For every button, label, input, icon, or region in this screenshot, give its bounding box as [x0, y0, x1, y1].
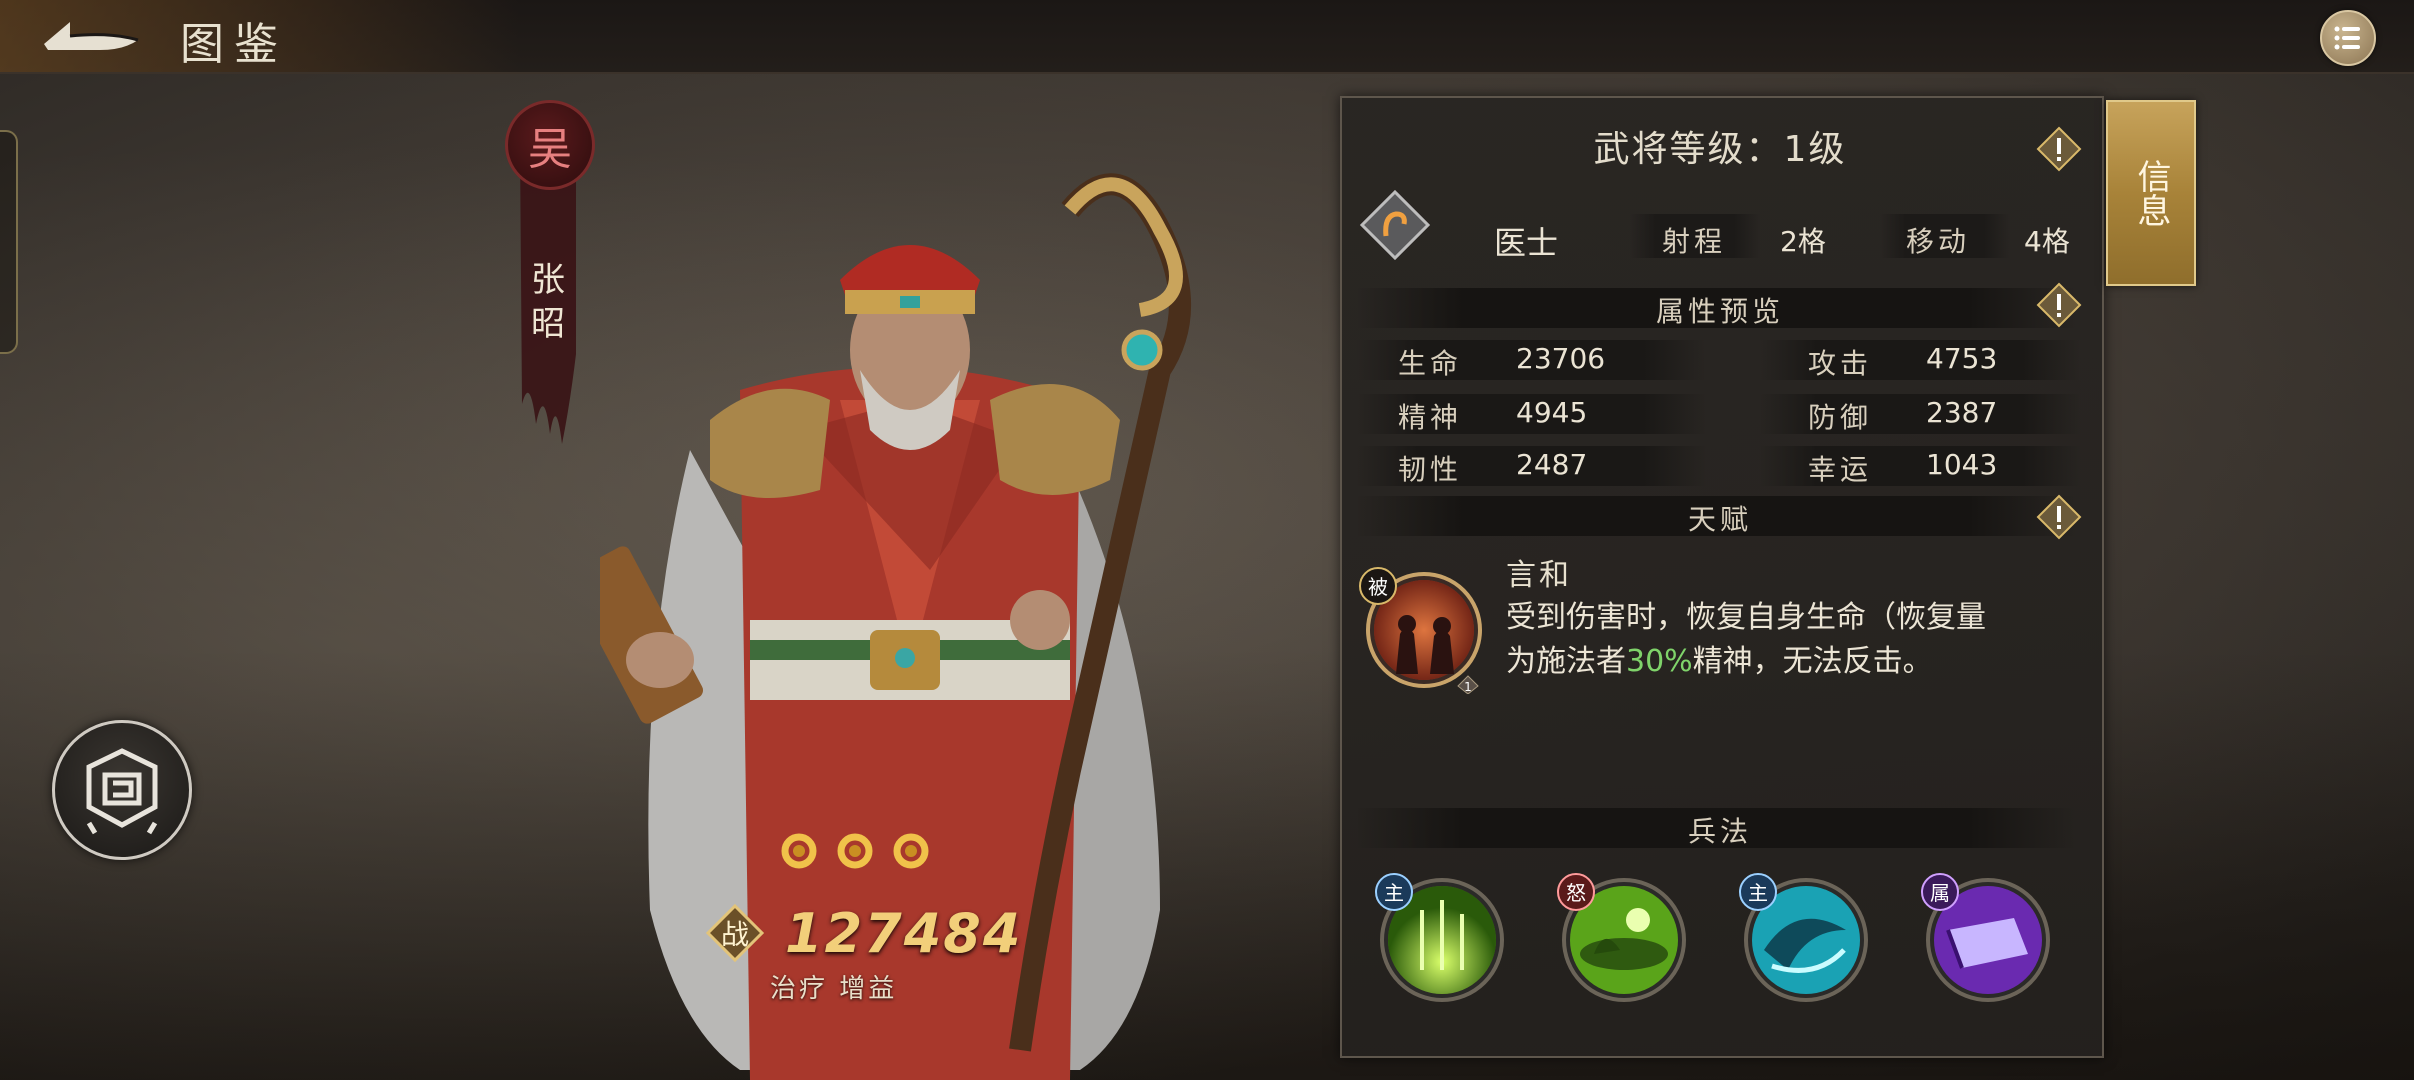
stat-atk-value: 4753	[1926, 342, 1998, 375]
talent-desc-text: 精神，无法反击。	[1692, 644, 1933, 679]
hero-role-tag: 治疗 增益	[770, 974, 898, 1004]
attr-section-title: 属性预览	[1655, 295, 1784, 328]
class-name: 医士	[1494, 224, 1559, 262]
talent-section-title: 天赋	[1687, 503, 1752, 536]
stat-spirit-label: 精神	[1398, 401, 1463, 434]
back-button[interactable]	[40, 14, 150, 58]
skill-slot-3[interactable]: 主	[1736, 870, 1870, 1004]
talent-desc-line-1: 受到伤害时，恢复自身生命（恢复量	[1506, 600, 1986, 635]
stat-hp-value: 23706	[1516, 342, 1606, 375]
cube-pattern-icon	[86, 748, 158, 835]
skills-section-title: 兵法	[1687, 815, 1752, 848]
stat-luck-label: 幸运	[1808, 453, 1873, 486]
stat-def-value: 2387	[1926, 396, 1998, 429]
skill-badge: 怒	[1566, 881, 1586, 905]
back-arrow-icon	[44, 22, 139, 50]
skill-badge: 属	[1930, 881, 1950, 905]
talent-level: 1	[1464, 680, 1472, 694]
left-drawer-handle[interactable]	[0, 130, 18, 354]
attr-info-icon[interactable]	[2036, 282, 2082, 328]
talent-passive-badge: 被	[1368, 575, 1388, 599]
green-runes-skill-icon: 主	[1375, 873, 1504, 1002]
talent-info-icon[interactable]	[2036, 494, 2082, 540]
talent-description: 受到伤害时，恢复自身生命（恢复量 为施法者30%精神，无法反击。	[1506, 596, 2086, 684]
faction-badge: 吴	[505, 100, 595, 190]
talent-desc-highlight: 30%	[1626, 644, 1693, 679]
tab-info[interactable]: 信息	[2106, 100, 2196, 286]
star-rating	[781, 833, 929, 869]
stat-atk-label: 攻击	[1808, 347, 1873, 380]
level-info-icon[interactable]	[2036, 126, 2082, 172]
range-label: 射程	[1662, 225, 1727, 258]
talent-desc-text: 为施法者	[1506, 644, 1626, 679]
menu-button[interactable]	[2320, 10, 2376, 66]
skill-slot-1[interactable]: 主	[1372, 870, 1506, 1004]
combat-power-value: 127484	[785, 902, 1023, 965]
move-value: 4格	[2024, 225, 2070, 258]
top-bar: 图鉴	[0, 0, 2414, 74]
talent-desc-line-2: 为施法者30%精神，无法反击。	[1506, 640, 2086, 684]
move-label: 移动	[1906, 225, 1971, 258]
talent-icon[interactable]: 被 1	[1356, 564, 1486, 695]
stat-tenacity-value: 2487	[1516, 448, 1588, 481]
stat-tenacity-label: 韧性	[1398, 453, 1463, 486]
talent-name: 言和	[1506, 558, 1572, 593]
list-icon	[2334, 26, 2360, 50]
skill-badge: 主	[1748, 881, 1768, 905]
skill-slot-2[interactable]: 怒	[1554, 870, 1688, 1004]
page-title: 图鉴	[180, 19, 288, 70]
purple-book-skill-icon: 属	[1921, 873, 2050, 1002]
stat-def-label: 防御	[1808, 401, 1873, 434]
stat-luck-value: 1043	[1926, 448, 1998, 481]
codex-button[interactable]	[52, 720, 192, 860]
skill-badge: 主	[1384, 881, 1404, 905]
green-orb-skill-icon: 怒	[1557, 873, 1686, 1002]
range-value: 2格	[1780, 225, 1826, 258]
healer-class-icon	[1360, 190, 1430, 260]
skill-slot-4[interactable]: 属	[1918, 870, 2052, 1004]
stat-spirit-value: 4945	[1516, 396, 1588, 429]
hero-name: 张昭	[531, 260, 565, 344]
hero-level: 武将等级：1级	[1593, 129, 1847, 170]
power-icon-label: 战	[721, 918, 749, 951]
combat-power-icon: 战	[705, 903, 765, 963]
cyan-swirl-skill-icon: 主	[1739, 873, 1868, 1002]
stat-hp-label: 生命	[1398, 347, 1463, 380]
